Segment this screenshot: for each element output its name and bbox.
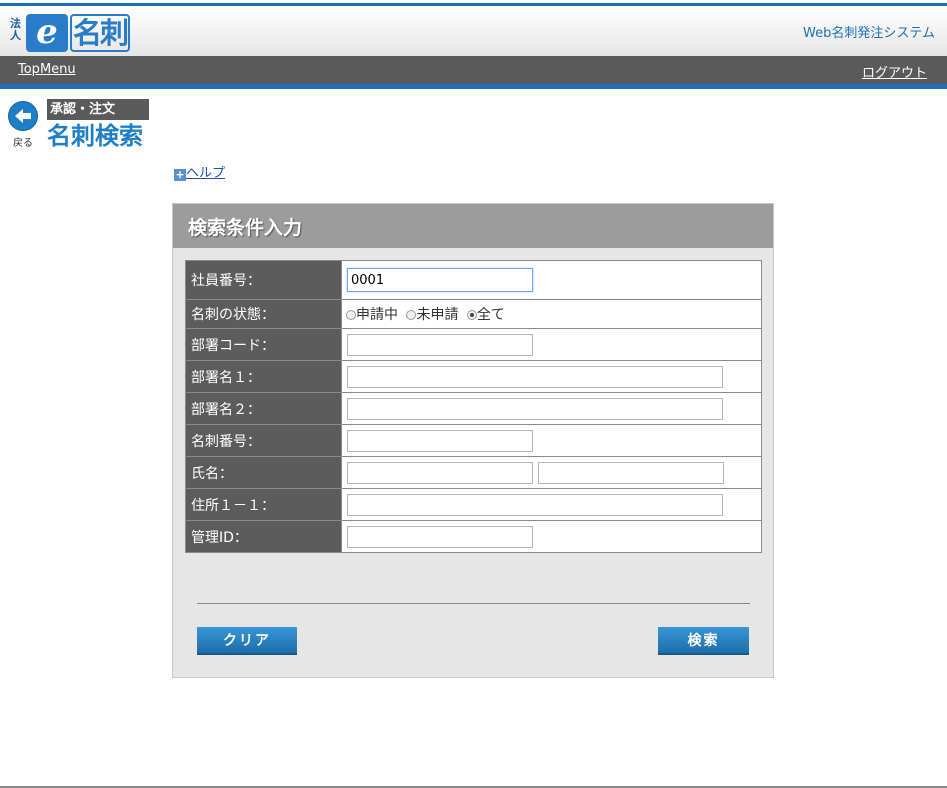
dept-code-input[interactable] [347, 333, 533, 356]
dept-code-label: 部署コード： [185, 328, 342, 361]
nav-bar: TopMenu ログアウト [0, 56, 947, 89]
logo-e: e [26, 14, 68, 52]
form-row-dept-name2: 部署名２： [185, 392, 762, 425]
employee-no-label: 社員番号： [185, 260, 342, 300]
form-row-employee-no: 社員番号： [185, 260, 762, 300]
radio-icon[interactable] [346, 310, 356, 320]
radio-icon[interactable] [406, 310, 417, 320]
first-name-input[interactable] [538, 461, 725, 484]
status-radio-not-applied[interactable]: 未申請 [406, 307, 458, 323]
help-link[interactable]: ヘルプ [186, 166, 225, 181]
manage-id-label: 管理ID： [185, 520, 342, 553]
dept-name1-input[interactable] [347, 365, 723, 388]
form-row-address: 住所１－１： [185, 488, 762, 521]
form-row-name: 氏名： [185, 456, 762, 489]
dept-name2-label: 部署名２： [185, 392, 342, 425]
back-arrow-icon[interactable] [8, 101, 38, 131]
card-no-input[interactable] [347, 429, 533, 452]
logo: 法人 e 名刺 [10, 12, 130, 52]
logo-hojin: 法人 [10, 17, 21, 42]
address-input[interactable] [347, 493, 723, 516]
last-name-input[interactable] [347, 461, 533, 484]
header: 法人 e 名刺 Web名刺発注システム [0, 6, 947, 57]
status-option-applying: 申請中 [356, 307, 398, 323]
status-radio-all[interactable]: 全て [466, 307, 505, 323]
panel-title: 検索条件入力 [173, 204, 773, 248]
name-label: 氏名： [185, 456, 342, 489]
page-title: 名刺検索 [47, 122, 143, 150]
clear-button[interactable]: クリア [197, 627, 297, 655]
status-option-not-applied: 未申請 [416, 307, 459, 323]
manage-id-input[interactable] [347, 525, 533, 548]
logo-meishi: 名刺 [70, 14, 130, 52]
back-button[interactable]: 戻る [7, 101, 39, 149]
logout-link[interactable]: ログアウト [862, 62, 927, 81]
card-status-label: 名刺の状態： [185, 299, 342, 329]
form-row-manage-id: 管理ID： [185, 520, 762, 553]
address-label: 住所１－１： [185, 488, 342, 521]
status-option-all: 全て [476, 307, 505, 323]
radio-checked-icon[interactable] [466, 310, 477, 320]
form-row-card-status: 名刺の状態： 申請中 未申請 全て [185, 299, 762, 329]
system-name: Web名刺発注システム [803, 26, 935, 41]
breadcrumb: 承認・注文 [47, 99, 149, 120]
search-button[interactable]: 検索 [658, 627, 749, 655]
search-panel: 検索条件入力 社員番号： 名刺の状態： 申請中 未申請 全て 部署コード： 部署… [172, 203, 774, 678]
employee-no-input[interactable] [347, 268, 533, 292]
form-row-dept-code: 部署コード： [185, 328, 762, 361]
status-radio-applying[interactable]: 申請中 [346, 307, 398, 323]
top-menu-link[interactable]: TopMenu [18, 62, 76, 77]
divider [197, 603, 750, 604]
dept-name1-label: 部署名１： [185, 360, 342, 393]
dept-name2-input[interactable] [347, 397, 723, 420]
form-row-card-no: 名刺番号： [185, 424, 762, 457]
card-no-label: 名刺番号： [185, 424, 342, 457]
help-link-group[interactable]: +ヘルプ [174, 162, 225, 181]
search-form-table: 社員番号： 名刺の状態： 申請中 未申請 全て 部署コード： 部署名１： [185, 260, 762, 553]
back-label: 戻る [13, 138, 33, 149]
form-row-dept-name1: 部署名１： [185, 360, 762, 393]
plus-icon[interactable]: + [174, 169, 186, 181]
